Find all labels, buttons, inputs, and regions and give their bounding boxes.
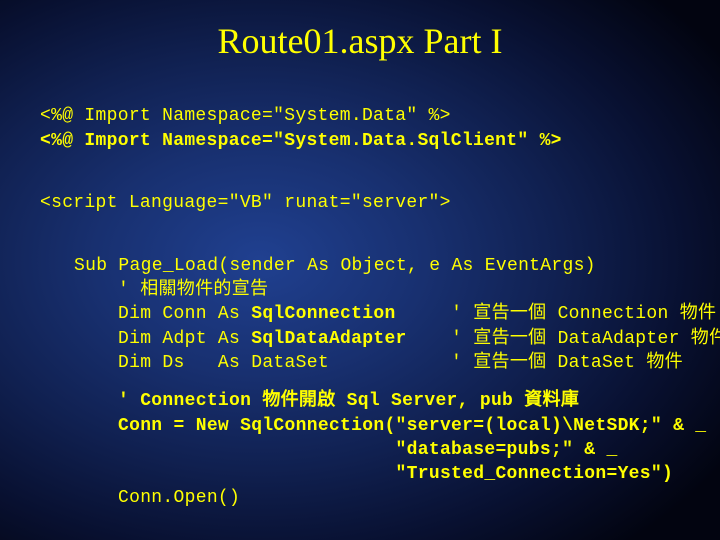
line-d3: Dim Ds As DataSet ' 宣告一個 DataSet 物件 [40, 351, 690, 375]
line-script: <script Language="VB" runat="server"> [40, 193, 451, 213]
line-d2: Dim Adpt As SqlDataAdapter ' 宣告一個 DataAd… [40, 327, 690, 351]
line-sub: Sub Page_Load(sender As Object, e As Eve… [40, 254, 690, 278]
code-block: <%@ Import Namespace="System.Data" %> <%… [40, 80, 690, 511]
line-import2: <%@ Import Namespace="System.Data.SqlCli… [40, 131, 562, 151]
line-conn2: "database=pubs;" & _ [40, 438, 690, 462]
line-d1: Dim Conn As SqlConnection ' 宣告一個 Connect… [40, 302, 690, 326]
line-import1: <%@ Import Namespace="System.Data" %> [40, 106, 451, 126]
line-c2: ' Connection 物件開啟 Sql Server, pub 資料庫 [40, 389, 690, 413]
line-conn1: Conn = New SqlConnection("server=(local)… [40, 414, 690, 438]
line-open: Conn.Open() [40, 486, 690, 510]
slide-title: Route01.aspx Part I [0, 20, 720, 62]
line-c1: ' 相關物件的宣告 [40, 278, 690, 302]
line-conn3: "Trusted_Connection=Yes") [40, 462, 690, 486]
